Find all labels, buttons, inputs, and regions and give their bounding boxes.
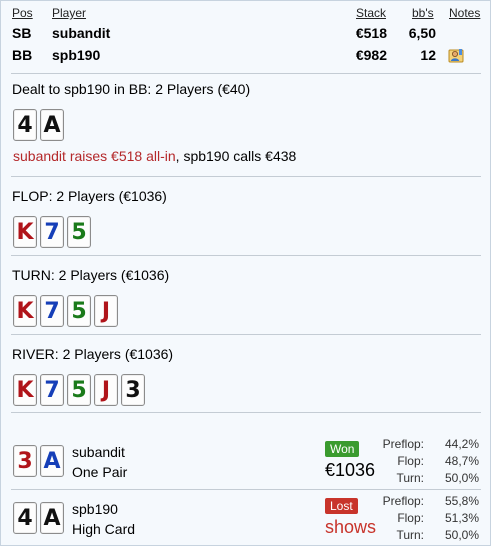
equity-value: 50,0% <box>444 471 479 485</box>
card: 7 <box>40 374 64 406</box>
card: J <box>94 295 118 327</box>
card: 5 <box>67 216 91 248</box>
card: A <box>40 109 64 141</box>
equity-label: Turn: <box>396 471 424 485</box>
river-cards: K 7 5 J 3 <box>13 374 145 406</box>
equity-value: 48,7% <box>444 454 479 468</box>
hole-cards: 4 A <box>13 109 64 141</box>
divider <box>11 255 481 256</box>
player-stack: €518 <box>355 25 387 41</box>
card: K <box>13 374 37 406</box>
hand-history-panel: Pos Player Stack bb's Notes SB subandit … <box>0 0 491 546</box>
river-title: RIVER: 2 Players (€1036) <box>12 346 174 362</box>
card: A <box>40 502 64 534</box>
result-hand: One Pair <box>72 464 128 480</box>
divider <box>11 489 481 490</box>
divider <box>11 334 481 335</box>
divider <box>11 73 481 74</box>
turn-title: TURN: 2 Players (€1036) <box>12 267 170 283</box>
result-player-name: subandit <box>72 444 125 460</box>
player-row[interactable]: BB spb190 €982 12 <box>1 47 490 65</box>
card: 4 <box>13 109 37 141</box>
card: 5 <box>67 295 91 327</box>
divider <box>11 176 481 177</box>
col-header-bbs[interactable]: bb's <box>412 6 434 20</box>
card: 5 <box>67 374 91 406</box>
col-header-notes[interactable]: Notes <box>449 6 480 20</box>
player-name: spb190 <box>52 47 101 63</box>
preflop-actions: subandit raises €518 all-in, spb190 call… <box>13 148 296 164</box>
card: 7 <box>40 295 64 327</box>
equity-value: 51,3% <box>444 511 479 525</box>
preflop-title: Dealt to spb190 in BB: 2 Players (€40) <box>12 81 251 97</box>
col-header-pos[interactable]: Pos <box>12 6 33 20</box>
player-bbs: 6,50 <box>408 25 436 41</box>
equity-value: 44,2% <box>444 437 479 451</box>
flop-title: FLOP: 2 Players (€1036) <box>12 188 167 204</box>
turn-cards: K 7 5 J <box>13 295 118 327</box>
divider <box>11 412 481 413</box>
won-badge: Won <box>325 441 360 457</box>
equity-label: Turn: <box>396 528 424 542</box>
card: 4 <box>13 502 37 534</box>
flop-cards: K 7 5 <box>13 216 91 248</box>
result-player-name: spb190 <box>72 501 118 517</box>
showdown-cards: 3 A <box>13 445 64 477</box>
player-bbs: 12 <box>420 47 436 63</box>
equity-block: Preflop: 44,2% Flop: 48,7% Turn: 50,0% <box>383 437 479 489</box>
result-shows: shows <box>325 517 377 537</box>
equity-value: 55,8% <box>444 494 479 508</box>
equity-label: Flop: <box>397 454 424 468</box>
lost-badge: Lost <box>325 498 358 514</box>
equity-label: Flop: <box>397 511 424 525</box>
equity-value: 50,0% <box>444 528 479 542</box>
col-header-stack[interactable]: Stack <box>356 6 386 20</box>
person-note-icon[interactable] <box>448 47 464 66</box>
equity-label: Preflop: <box>382 437 424 451</box>
player-pos: SB <box>12 25 32 41</box>
player-stack: €982 <box>355 47 387 63</box>
card: K <box>13 216 37 248</box>
equity-label: Preflop: <box>382 494 424 508</box>
result-amount: €1036 <box>325 460 376 480</box>
player-pos: BB <box>12 47 33 63</box>
card: 3 <box>13 445 37 477</box>
equity-block: Preflop: 55,8% Flop: 51,3% Turn: 50,0% <box>383 494 479 546</box>
card: K <box>13 295 37 327</box>
result-hand: High Card <box>72 521 136 537</box>
card: 7 <box>40 216 64 248</box>
call-action: spb190 calls €438 <box>183 148 297 164</box>
card: 3 <box>121 374 145 406</box>
card: A <box>40 445 64 477</box>
card: J <box>94 374 118 406</box>
player-row[interactable]: SB subandit €518 6,50 <box>1 25 490 43</box>
col-header-player[interactable]: Player <box>52 6 86 20</box>
showdown-cards: 4 A <box>13 502 64 534</box>
player-name: subandit <box>52 25 111 41</box>
raise-action: subandit raises €518 all-in <box>13 148 176 164</box>
